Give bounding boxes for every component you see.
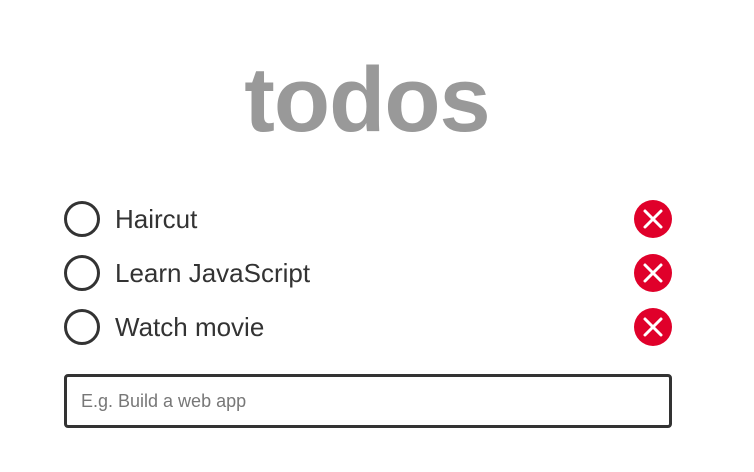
todo-label: Learn JavaScript (115, 258, 311, 288)
delete-button[interactable] (634, 308, 672, 346)
new-todo-form (64, 374, 672, 428)
todo-app: todos Haircut Learn JavaScript Watch mov… (0, 0, 754, 472)
todo-list: Haircut Learn JavaScript Watch movie (64, 192, 672, 354)
todo-label: Haircut (115, 204, 198, 234)
circle-outline-icon[interactable] (64, 255, 100, 291)
circle-outline-icon[interactable] (64, 201, 100, 237)
new-todo-input[interactable] (64, 374, 672, 428)
circle-outline-icon[interactable] (64, 309, 100, 345)
todo-item: Learn JavaScript (64, 246, 672, 300)
delete-button[interactable] (634, 200, 672, 238)
todo-item: Watch movie (64, 300, 672, 354)
page-title: todos (244, 49, 490, 151)
todo-item: Haircut (64, 192, 672, 246)
todo-label: Watch movie (115, 312, 265, 342)
close-circle-icon (634, 200, 672, 238)
delete-button[interactable] (634, 254, 672, 292)
close-circle-icon (634, 254, 672, 292)
close-circle-icon (634, 308, 672, 346)
